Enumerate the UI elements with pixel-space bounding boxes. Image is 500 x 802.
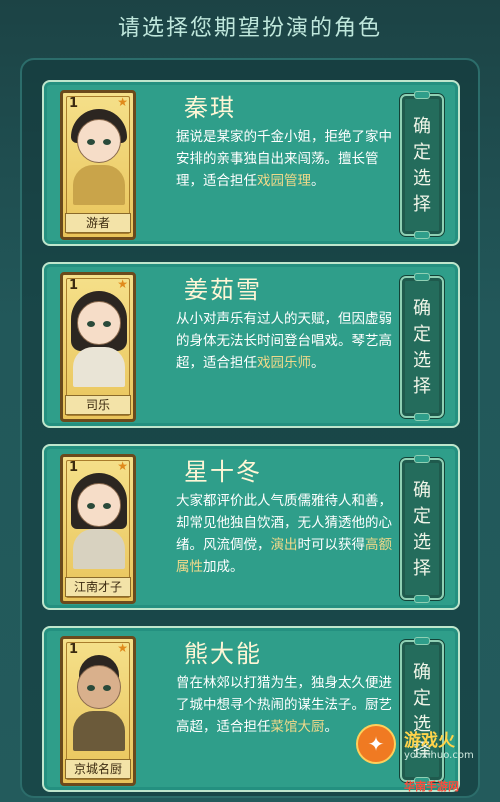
flame-logo-icon: ✦ (356, 724, 396, 764)
watermark-title: 游戏火 (404, 731, 455, 751)
job-highlight: 戏园乐师 (257, 355, 311, 371)
star-icon: ★ (117, 277, 128, 291)
character-name: 星十冬 (184, 458, 262, 486)
character-description: 大家都评价此人气质儒雅待人和善，却常见他独自饮酒，无人猜透他的心绪。风流倜傥，演… (176, 493, 392, 575)
character-card-qinqi[interactable]: 1 ★ 游者 秦琪 据说是某家的千金小姐，拒绝了家中安排的亲事独自出来闯荡。擅长… (42, 80, 460, 246)
rank-number: 1 (69, 642, 79, 657)
face-shape (77, 301, 121, 345)
star-icon: ★ (117, 641, 128, 655)
star-icon: ★ (117, 95, 128, 109)
body-shape (73, 529, 125, 569)
watermark-url: yooxihuo.com (404, 750, 474, 761)
role-plate: 京城名厨 (65, 759, 131, 779)
confirm-select-button[interactable]: 确 定 选 择 (400, 91, 444, 239)
character-description: 据说是某家的千金小姐，拒绝了家中安排的亲事独自出来闯荡。擅长管理，适合担任戏园管… (176, 129, 392, 189)
role-plate: 游者 (65, 213, 131, 233)
character-portrait: 1 ★ 游者 (60, 90, 136, 240)
character-card-xingshidong[interactable]: 1 ★ 江南才子 星十冬 大家都评价此人气质儒雅待人和善，却常见他独自饮酒，无人… (42, 444, 460, 610)
job-highlight: 戏园管理 (257, 173, 311, 189)
character-portrait: 1 ★ 江南才子 (60, 454, 136, 604)
rank-number: 1 (69, 96, 79, 111)
body-shape (73, 165, 125, 205)
page-title: 请选择您期望扮演的角色 (117, 16, 382, 41)
job-highlight: 演出 (270, 537, 298, 553)
role-plate: 江南才子 (65, 577, 131, 597)
character-name: 姜茹雪 (184, 276, 262, 304)
face-shape (77, 119, 121, 163)
character-portrait: 1 ★ 京城名厨 (60, 636, 136, 786)
rank-number: 1 (69, 460, 79, 475)
role-plate: 司乐 (65, 395, 131, 415)
character-name: 秦琪 (184, 94, 236, 122)
character-portrait: 1 ★ 司乐 (60, 272, 136, 422)
face-shape (77, 483, 121, 527)
character-description: 从小对声乐有过人的天赋，但因虚弱的身体无法长时间登台唱戏。琴艺高超，适合担任戏园… (176, 311, 392, 371)
star-icon: ★ (117, 459, 128, 473)
job-highlight: 菜馆大厨 (270, 719, 325, 735)
confirm-select-button[interactable]: 确 定 选 择 (400, 273, 444, 421)
rank-number: 1 (69, 278, 79, 293)
face-shape (77, 665, 121, 709)
role-select-screen: 请选择您期望扮演的角色 1 ★ 游者 秦琪 据说是某家的千金小姐，拒绝了家中安排… (0, 0, 500, 802)
body-shape (73, 711, 125, 751)
character-name: 熊大能 (184, 640, 262, 668)
confirm-select-button[interactable]: 确 定 选 择 (400, 455, 444, 603)
body-shape (73, 347, 125, 387)
site-watermark: ✦ 游戏火 yooxihuo.com 华南手游网 (352, 716, 492, 796)
watermark-footer: 华南手游网 (404, 780, 459, 793)
character-card-jiangruxue[interactable]: 1 ★ 司乐 姜茹雪 从小对声乐有过人的天赋，但因虚弱的身体无法长时间登台唱戏。… (42, 262, 460, 428)
